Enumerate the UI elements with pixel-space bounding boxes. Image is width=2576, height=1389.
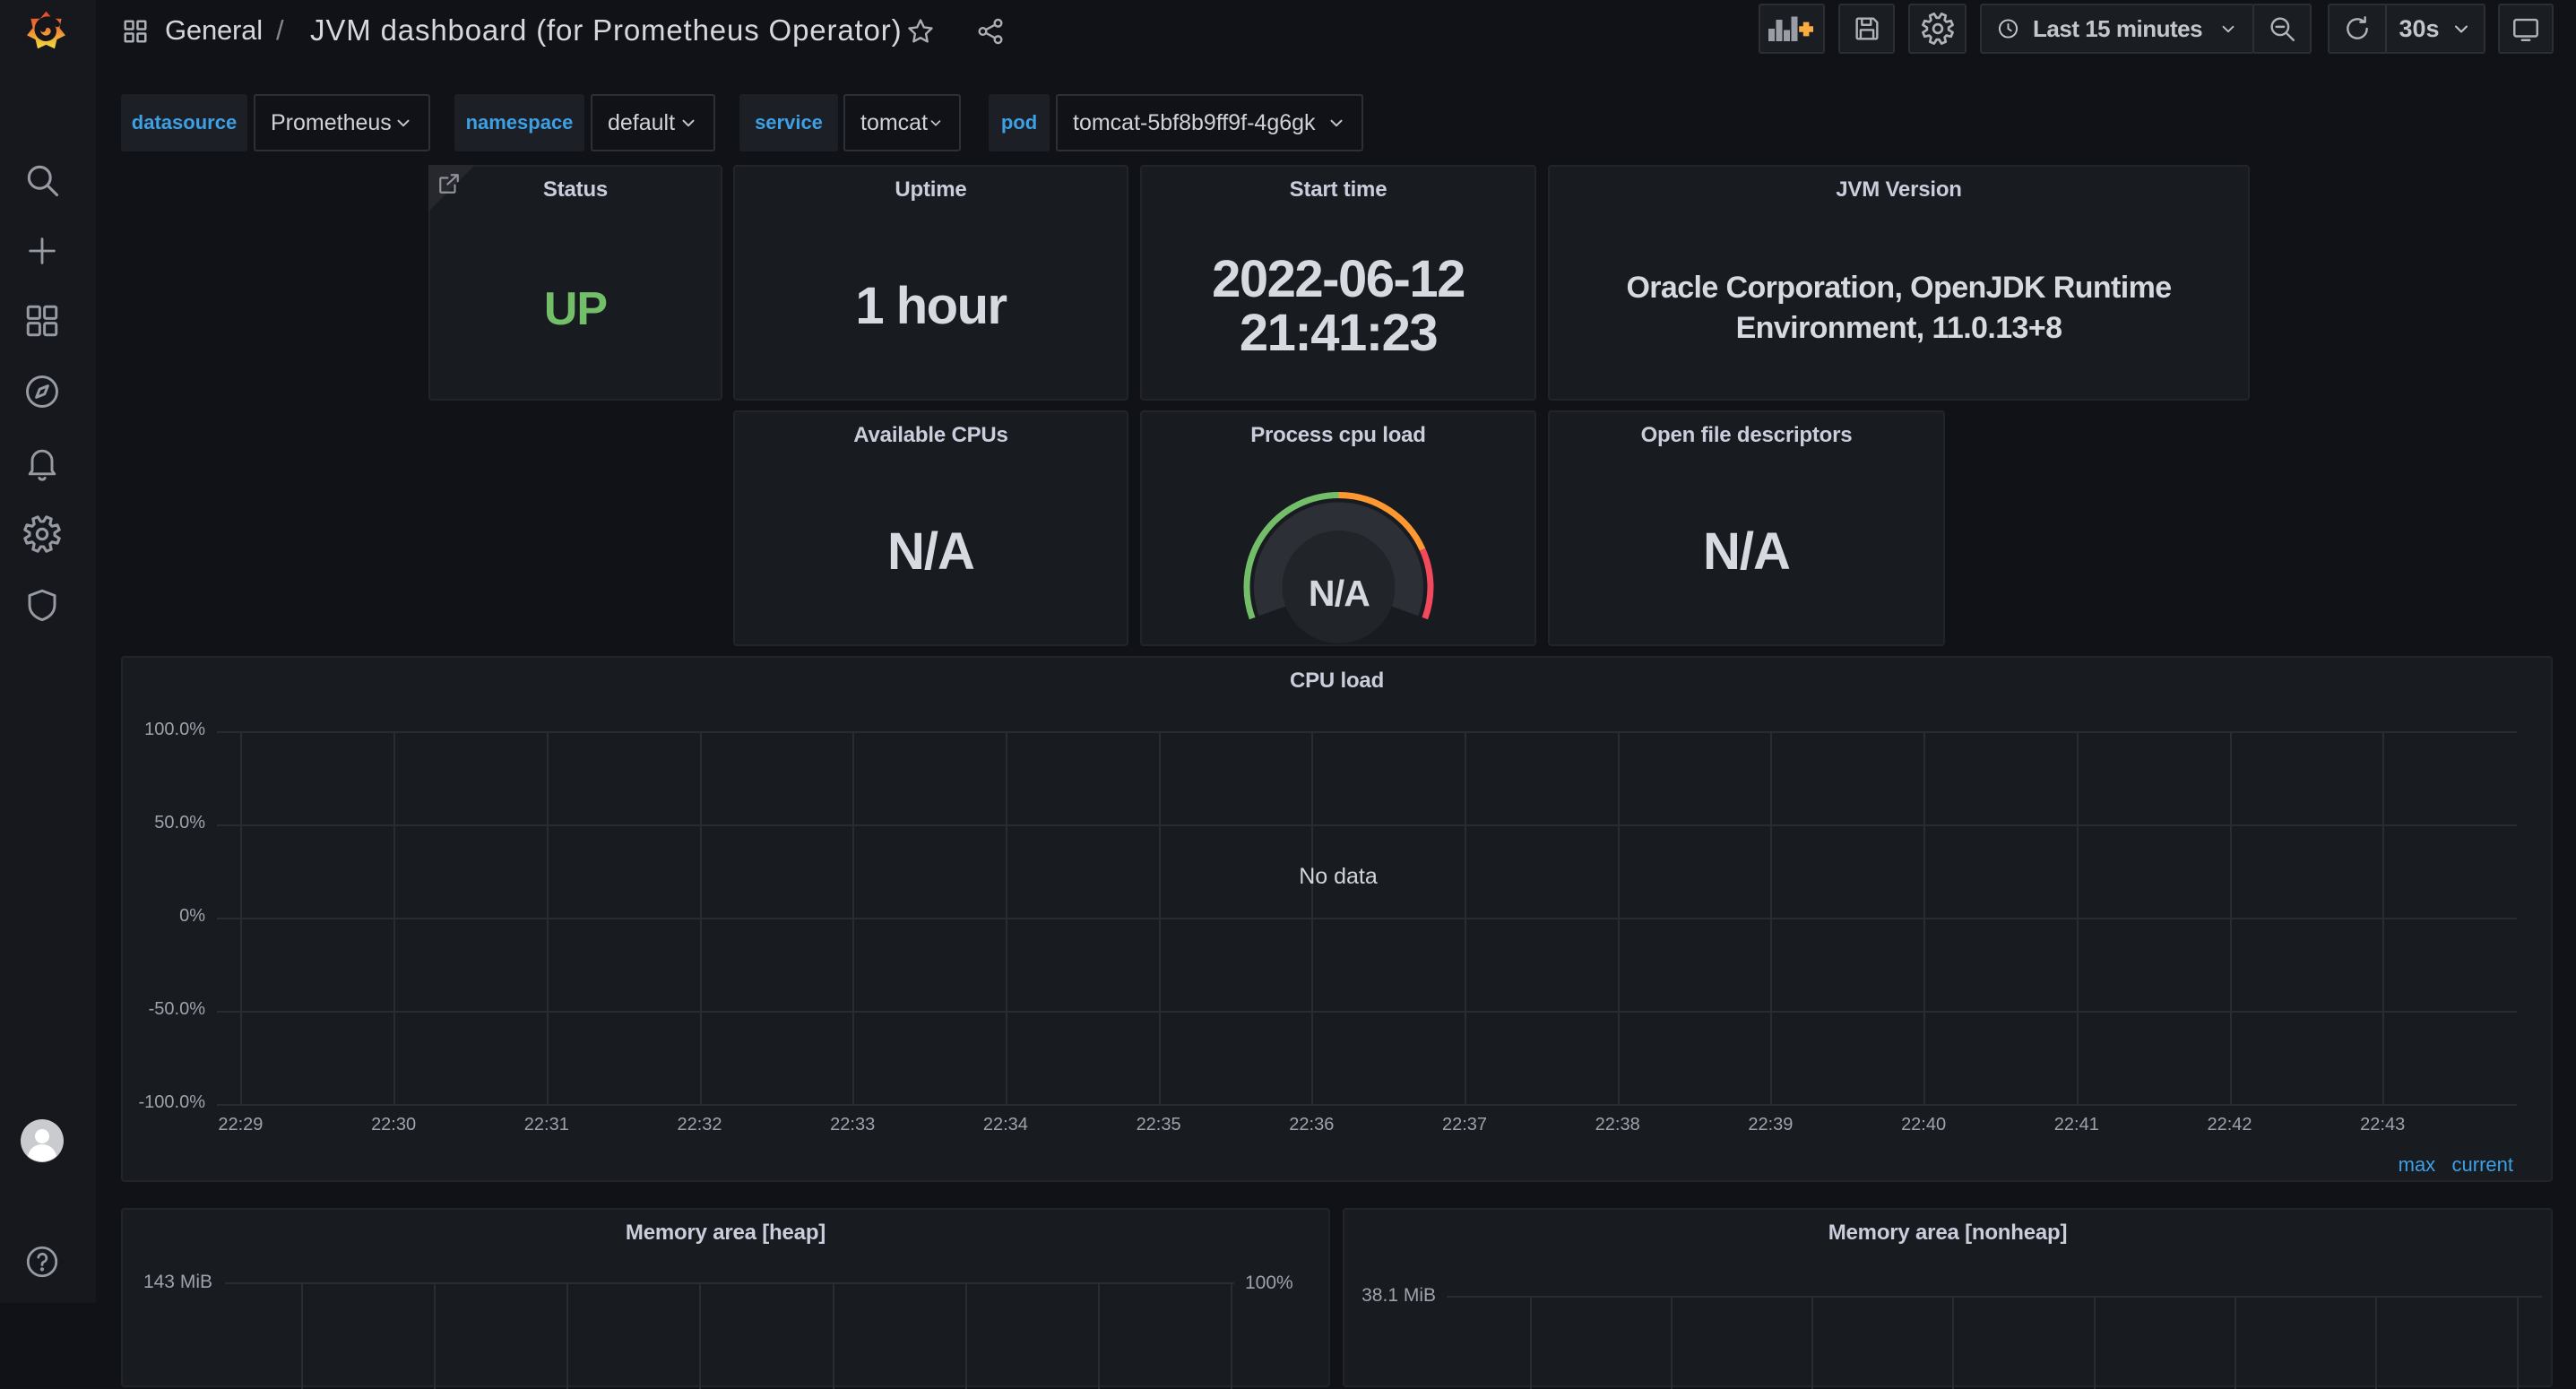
svg-text:N/A: N/A xyxy=(1309,573,1370,614)
